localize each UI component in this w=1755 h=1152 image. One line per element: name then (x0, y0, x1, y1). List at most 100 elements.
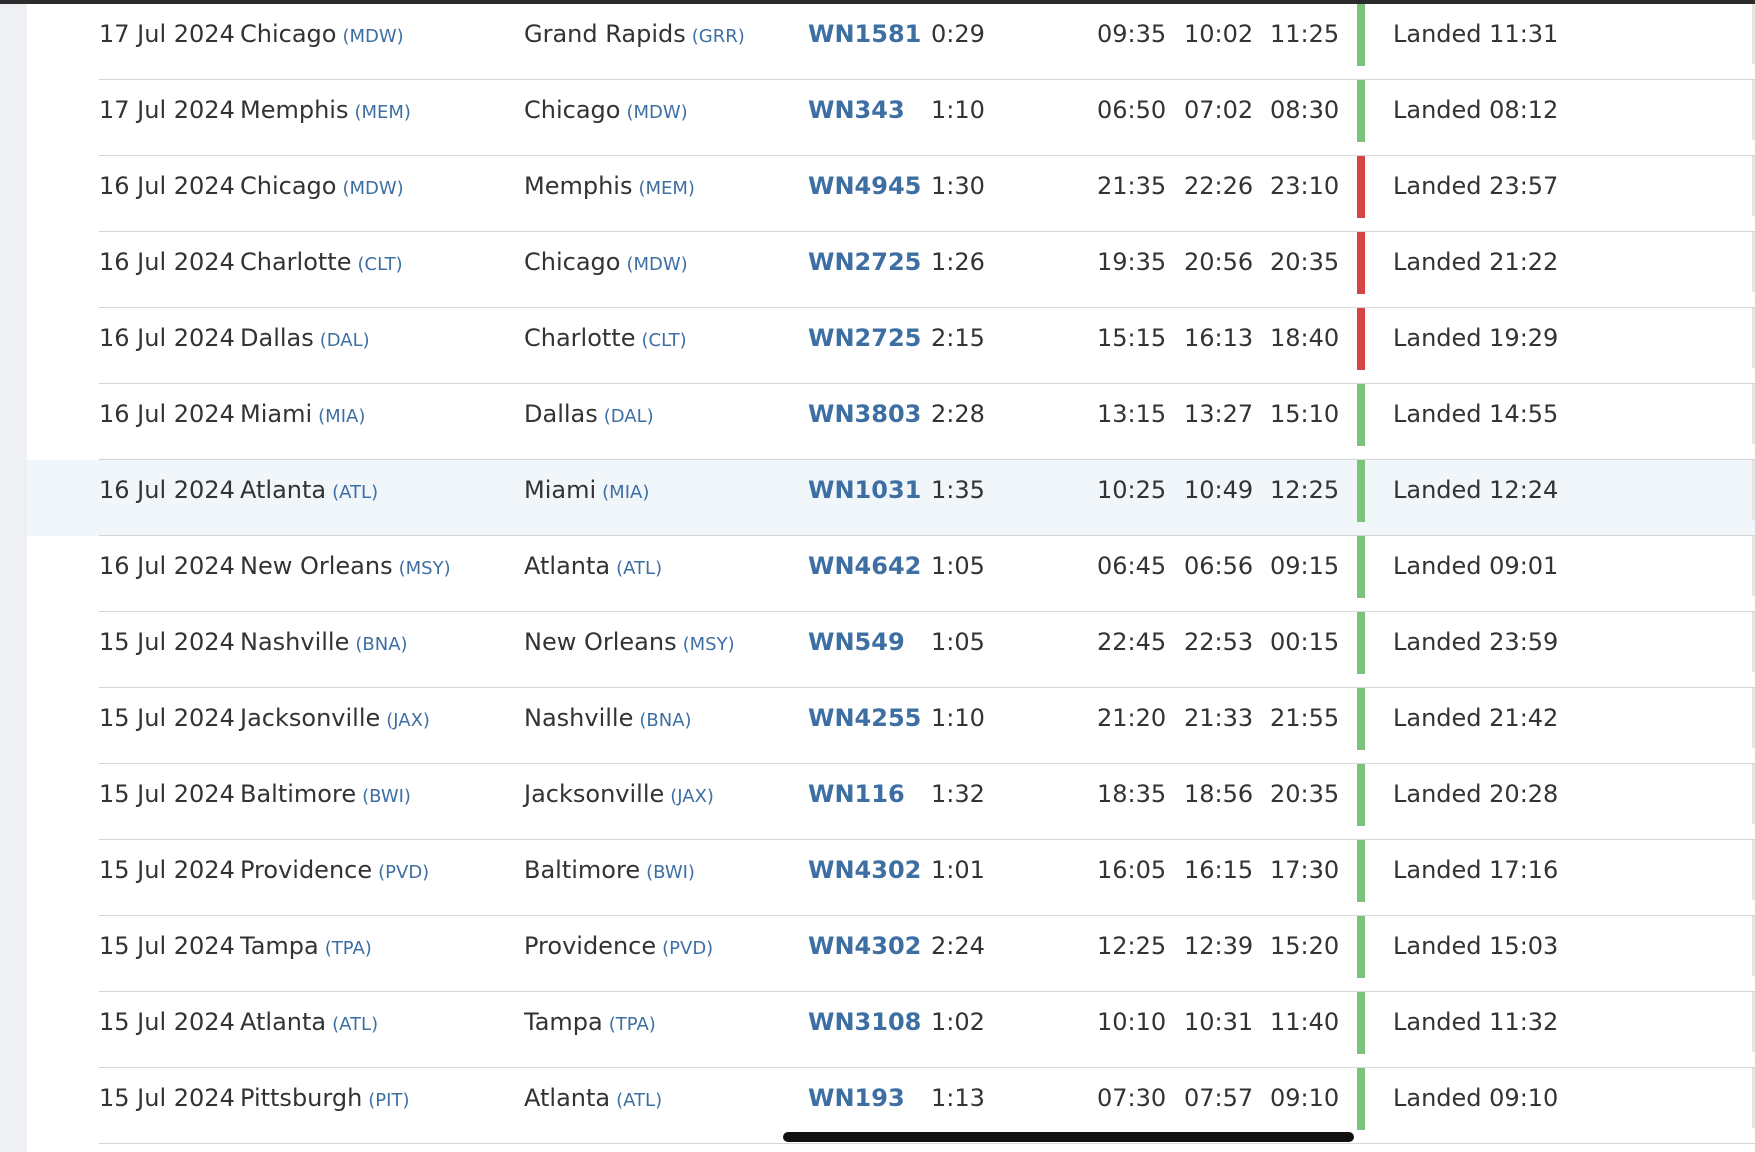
origin-cell[interactable]: New Orleans (MSY) (240, 536, 451, 612)
home-indicator[interactable] (783, 1132, 1354, 1142)
destination-code-link[interactable]: (MEM) (638, 178, 694, 199)
origin-cell[interactable]: Memphis (MEM) (240, 80, 411, 156)
origin-code-link[interactable]: (MEM) (354, 102, 410, 123)
flight-number-link[interactable]: WN116 (808, 764, 905, 840)
origin-code-link[interactable]: (JAX) (386, 710, 430, 731)
origin-code-link[interactable]: (BNA) (355, 634, 407, 655)
flight-number-link[interactable]: WN3108 (808, 992, 921, 1068)
flight-number-link[interactable]: WN4255 (808, 688, 921, 764)
table-row[interactable]: 16 Jul 2024 New Orleans (MSY) Atlanta (ATL… (27, 536, 1755, 612)
destination-cell[interactable]: Atlanta (ATL) (524, 1068, 662, 1144)
table-row[interactable]: 16 Jul 2024 Charlotte (CLT) Chicago (MDW) … (27, 232, 1755, 308)
table-row[interactable]: 15 Jul 2024 Baltimore (BWI) Jacksonville(… (27, 764, 1755, 840)
destination-cell[interactable]: Miami (MIA) (524, 460, 649, 536)
destination-cell[interactable]: Chicago (MDW) (524, 80, 688, 156)
flight-number-link[interactable]: WN1031 (808, 460, 921, 536)
destination-code-link[interactable]: (MDW) (626, 102, 687, 123)
destination-code-link[interactable]: (ATL) (616, 1090, 662, 1111)
origin-cell[interactable]: Atlanta (ATL) (240, 460, 378, 536)
origin-cell[interactable]: Baltimore (BWI) (240, 764, 411, 840)
table-row[interactable]: 15 Jul 2024 Atlanta (ATL) Tampa (TPA) WN31… (27, 992, 1755, 1068)
destination-cell[interactable]: Chicago (MDW) (524, 232, 688, 308)
flight-number-link[interactable]: WN549 (808, 612, 905, 688)
table-row[interactable]: 16 Jul 2024 Miami (MIA) Dallas (DAL) WN380… (27, 384, 1755, 460)
destination-code-link[interactable]: (MSY) (683, 634, 735, 655)
flight-number-link[interactable]: WN4945 (808, 156, 921, 232)
table-row[interactable]: 15 Jul 2024 Providence (PVD) Baltimore (BW… (27, 840, 1755, 916)
destination-code-link[interactable]: (GRR) (692, 26, 745, 47)
origin-code-link[interactable]: (CLT) (357, 254, 402, 275)
origin-cell[interactable]: Pittsburgh (PIT) (240, 1068, 409, 1144)
status-indicator-bar (1357, 536, 1365, 598)
origin-cell[interactable]: Dallas (DAL) (240, 308, 370, 384)
origin-cell[interactable]: Atlanta (ATL) (240, 992, 378, 1068)
origin-cell[interactable]: Chicago (MDW) (240, 4, 404, 80)
origin-code-link[interactable]: (TPA) (325, 938, 372, 959)
flight-status: Landed 12:24 (1393, 476, 1559, 504)
table-row[interactable]: 17 Jul 2024 Chicago (MDW) Grand Rapids (GR… (27, 4, 1755, 80)
destination-cell[interactable]: Nashville (BNA) (524, 688, 692, 764)
destination-cell[interactable]: Atlanta (ATL) (524, 536, 662, 612)
destination-code-link[interactable]: (PVD) (662, 938, 713, 959)
origin-cell[interactable]: Jacksonville (JAX) (240, 688, 430, 764)
flight-number-link[interactable]: WN4302 (808, 840, 921, 916)
origin-cell[interactable]: Charlotte (CLT) (240, 232, 403, 308)
flight-number-link[interactable]: WN3803 (808, 384, 921, 460)
destination-code-link[interactable]: (CLT) (641, 330, 686, 351)
origin-code-link[interactable]: (BWI) (362, 786, 411, 807)
origin-cell[interactable]: Chicago (MDW) (240, 156, 404, 232)
origin-code-link[interactable]: (PVD) (378, 862, 429, 883)
origin-code-link[interactable]: (MIA) (318, 406, 365, 427)
destination-code-link[interactable]: (TPA) (609, 1014, 656, 1035)
destination-code-link[interactable]: (MDW) (626, 254, 687, 275)
actual-departure: 13:27 (1184, 400, 1254, 428)
table-row-highlighted[interactable]: 16 Jul 2024 Atlanta (ATL) Miami (MIA) WN10… (27, 460, 1755, 536)
destination-code-link[interactable]: (DAL) (604, 406, 654, 427)
flight-number-link[interactable]: WN4642 (808, 536, 921, 612)
origin-code-link[interactable]: (ATL) (332, 482, 378, 503)
flight-status: Landed 08:12 (1393, 96, 1559, 124)
destination-cell[interactable]: Baltimore (BWI) (524, 840, 695, 916)
origin-code-link[interactable]: (PIT) (368, 1090, 409, 1111)
scheduled-arrival: 11:40 (1270, 1008, 1340, 1036)
destination-cell[interactable]: Grand Rapids (GRR) (524, 4, 745, 80)
flight-number-link[interactable]: WN2725 (808, 232, 921, 308)
destination-cell[interactable]: Charlotte (CLT) (524, 308, 687, 384)
origin-city: Nashville (240, 628, 350, 656)
origin-code-link[interactable]: (ATL) (332, 1014, 378, 1035)
table-row[interactable]: 16 Jul 2024 Chicago (MDW) Memphis (MEM) WN… (27, 156, 1755, 232)
scheduled-departure: 19:35 (1097, 248, 1167, 276)
flight-number-link[interactable]: WN2725 (808, 308, 921, 384)
actual-departure: 20:56 (1184, 248, 1254, 276)
origin-cell[interactable]: Tampa (TPA) (240, 916, 372, 992)
destination-cell[interactable]: Providence (PVD) (524, 916, 713, 992)
destination-code-link[interactable]: (BWI) (646, 862, 695, 883)
origin-code-link[interactable]: (DAL) (320, 330, 370, 351)
flight-number-link[interactable]: WN4302 (808, 916, 921, 992)
flight-number-link[interactable]: WN343 (808, 80, 905, 156)
status-indicator-bar (1357, 384, 1365, 446)
origin-code-link[interactable]: (MDW) (342, 26, 403, 47)
table-row[interactable]: 15 Jul 2024 Tampa (TPA) Providence (PVD) W… (27, 916, 1755, 992)
destination-code-link[interactable]: (JAX) (670, 786, 714, 807)
table-row[interactable]: 15 Jul 2024 Jacksonville (JAX) Nashville(… (27, 688, 1755, 764)
origin-cell[interactable]: Miami (MIA) (240, 384, 365, 460)
destination-code-link[interactable]: (BNA) (639, 710, 691, 731)
destination-code-link[interactable]: (MIA) (602, 482, 649, 503)
flight-number-link[interactable]: WN1581 (808, 4, 921, 80)
origin-cell[interactable]: Providence (PVD) (240, 840, 429, 916)
origin-code-link[interactable]: (MDW) (342, 178, 403, 199)
destination-code-link[interactable]: (ATL) (616, 558, 662, 579)
origin-code-link[interactable]: (MSY) (399, 558, 451, 579)
table-row[interactable]: 17 Jul 2024 Memphis (MEM) Chicago (MDW) WN… (27, 80, 1755, 156)
table-row[interactable]: 15 Jul 2024 Nashville (BNA) New Orleans (M… (27, 612, 1755, 688)
destination-cell[interactable]: Tampa (TPA) (524, 992, 656, 1068)
origin-cell[interactable]: Nashville (BNA) (240, 612, 408, 688)
table-row[interactable]: 16 Jul 2024 Dallas (DAL) Charlotte (CLT) W… (27, 308, 1755, 384)
origin-city: Jacksonville (240, 704, 381, 732)
destination-cell[interactable]: Dallas (DAL) (524, 384, 654, 460)
flight-duration: 0:29 (931, 20, 985, 48)
destination-cell[interactable]: New Orleans (MSY) (524, 612, 735, 688)
destination-cell[interactable]: Jacksonville (JAX) (524, 764, 714, 840)
destination-cell[interactable]: Memphis (MEM) (524, 156, 695, 232)
